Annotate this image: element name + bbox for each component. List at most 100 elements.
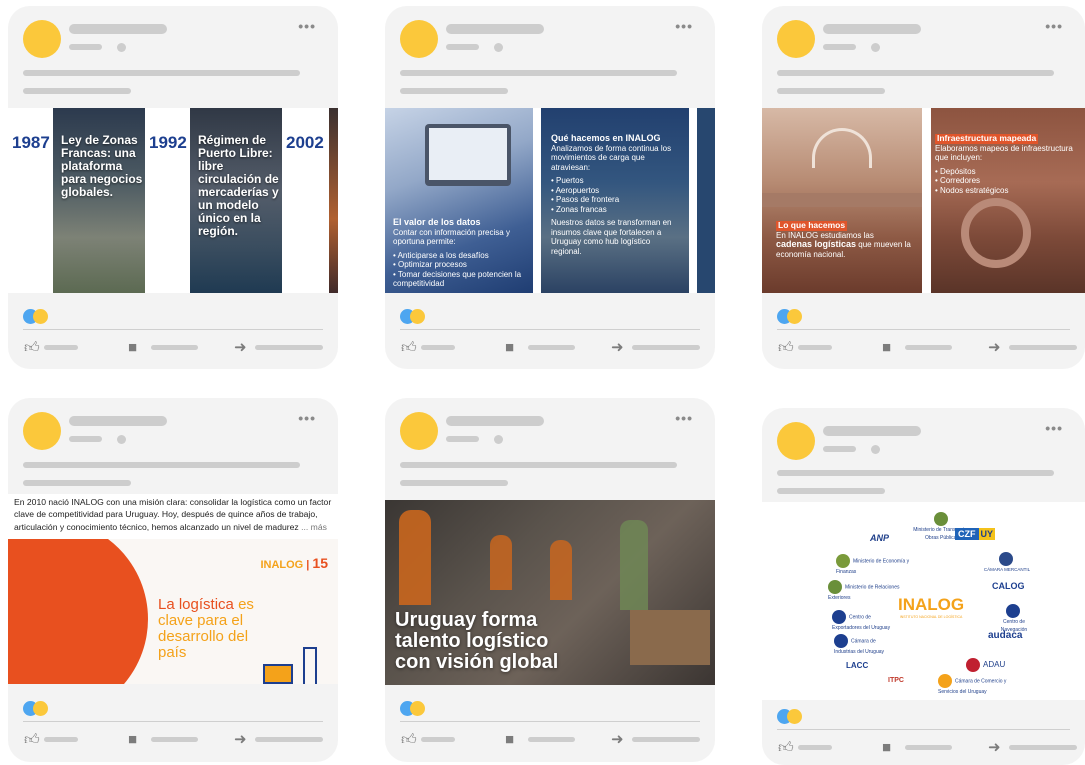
share-label-placeholder[interactable] [255, 345, 323, 350]
more-options-button[interactable]: ••• [1045, 420, 1063, 436]
post-card-6[interactable]: ••• ANP Ministerio de Transporte y Obras… [762, 408, 1085, 765]
divider [777, 729, 1070, 730]
post-text-placeholder [400, 88, 508, 94]
avatar[interactable] [23, 20, 61, 58]
post-text-placeholder [400, 480, 508, 486]
post-card-4[interactable]: ••• En 2010 nació INALOG con una misión … [8, 398, 338, 762]
post-card-1[interactable]: ••• 1987 Ley de Zonas Francas: una plata… [8, 6, 338, 369]
comment-icon[interactable]: ■ [882, 740, 891, 756]
thumbs-up-icon[interactable]: 👍︎ [401, 732, 417, 748]
post-text-placeholder [777, 488, 885, 494]
reactions[interactable] [23, 701, 53, 717]
comment-label-placeholder[interactable] [528, 345, 575, 350]
like-label-placeholder[interactable] [798, 345, 832, 350]
partner-audaca: audaca [988, 630, 1023, 641]
carousel-slide[interactable]: Lo que hacemos En INALOG estudiamos las … [762, 108, 922, 293]
slide-year: 1992 [149, 133, 187, 152]
reactions[interactable] [400, 309, 430, 325]
partner-mrree: Ministerio de Relaciones Exteriores [828, 580, 908, 602]
slide-bullet: • Anticiparse a los desafíos [393, 250, 489, 260]
see-more-link[interactable]: ... más [301, 522, 327, 532]
post-meta-placeholder [446, 44, 479, 50]
slide-caption: Ley de Zonas Francas: una plataforma par… [61, 133, 143, 199]
more-options-button[interactable]: ••• [298, 410, 316, 426]
share-arrow-icon[interactable]: ➜ [611, 340, 624, 356]
divider [23, 721, 323, 722]
avatar[interactable] [400, 20, 438, 58]
comment-label-placeholder[interactable] [151, 737, 198, 742]
comment-label-placeholder[interactable] [528, 737, 575, 742]
inalog-logo: INALOG | 15 [260, 555, 328, 571]
comment-label-placeholder[interactable] [151, 345, 198, 350]
carousel-slide[interactable]: Qué hacemos en INALOG Analizamos de form… [541, 108, 689, 293]
partners-logo-image[interactable]: ANP Ministerio de Transporte y Obras Púb… [762, 502, 1085, 700]
carousel-slide[interactable] [329, 108, 338, 293]
more-options-button[interactable]: ••• [298, 18, 316, 34]
share-arrow-icon[interactable]: ➜ [611, 732, 624, 748]
reactions[interactable] [777, 709, 807, 725]
thumbs-up-icon[interactable]: 👍︎ [24, 340, 40, 356]
avatar[interactable] [400, 412, 438, 450]
post-image[interactable]: INALOG | 15 La logística es clave para e… [8, 539, 338, 684]
more-options-button[interactable]: ••• [675, 18, 693, 34]
post-text-placeholder [777, 470, 1054, 476]
post-text-placeholder [777, 70, 1054, 76]
reactions[interactable] [400, 701, 430, 717]
share-arrow-icon[interactable]: ➜ [234, 340, 247, 356]
comment-icon[interactable]: ■ [128, 340, 137, 356]
comment-icon[interactable]: ■ [882, 340, 891, 356]
slide-title: Qué hacemos en INALOG [551, 133, 661, 143]
thumbs-up-icon[interactable]: 👍︎ [401, 340, 417, 356]
thumbs-up-icon[interactable]: 👍︎ [24, 732, 40, 748]
avatar[interactable] [777, 20, 815, 58]
share-label-placeholder[interactable] [632, 737, 700, 742]
post-meta-placeholder [69, 44, 102, 50]
post-meta-placeholder [69, 436, 102, 442]
action-bar: 👍︎ ■ ➜ [8, 731, 338, 751]
share-label-placeholder[interactable] [1009, 345, 1077, 350]
avatar[interactable] [23, 412, 61, 450]
comment-label-placeholder[interactable] [905, 745, 952, 750]
carousel[interactable]: Lo que hacemos En INALOG estudiamos las … [762, 108, 1085, 293]
like-label-placeholder[interactable] [421, 737, 455, 742]
like-label-placeholder[interactable] [44, 345, 78, 350]
thumbs-up-icon[interactable]: 👍︎ [778, 340, 794, 356]
reactions[interactable] [23, 309, 53, 325]
share-label-placeholder[interactable] [1009, 745, 1077, 750]
slide-year: 1987 [12, 133, 50, 152]
post-card-3[interactable]: ••• Lo que hacemos En INALOG estudiamos … [762, 6, 1085, 369]
post-card-2[interactable]: ••• El valor de los datos Contar con inf… [385, 6, 715, 369]
carousel-slide[interactable]: Infraestructura mapeada Elaboramos mapeo… [931, 108, 1085, 293]
carousel-slide[interactable] [697, 108, 715, 293]
reactions[interactable] [777, 309, 807, 325]
slide-bullet: • Depósitos [935, 166, 976, 176]
carousel-slide[interactable]: Ley de Zonas Francas: una plataforma par… [53, 108, 145, 293]
comment-icon[interactable]: ■ [505, 732, 514, 748]
share-arrow-icon[interactable]: ➜ [988, 340, 1001, 356]
share-label-placeholder[interactable] [632, 345, 700, 350]
post-text-placeholder [400, 70, 677, 76]
post-image[interactable]: Uruguay forma talento logístico con visi… [385, 500, 715, 685]
partner-calog: CALOG [992, 581, 1025, 591]
carousel[interactable]: 1987 Ley de Zonas Francas: una plataform… [8, 108, 338, 293]
carousel[interactable]: El valor de los datos Contar con informa… [385, 108, 715, 293]
comment-icon[interactable]: ■ [505, 340, 514, 356]
share-arrow-icon[interactable]: ➜ [988, 740, 1001, 756]
like-label-placeholder[interactable] [44, 737, 78, 742]
partner-ciu: Cámara de Industrias del Uruguay [834, 634, 894, 656]
carousel-slide[interactable]: Régimen de Puerto Libre: libre circulaci… [190, 108, 282, 293]
avatar[interactable] [777, 422, 815, 460]
share-arrow-icon[interactable]: ➜ [234, 732, 247, 748]
post-card-5[interactable]: ••• Uruguay forma talento logístico con … [385, 398, 715, 762]
share-label-placeholder[interactable] [255, 737, 323, 742]
like-label-placeholder[interactable] [421, 345, 455, 350]
carousel-slide[interactable]: El valor de los datos Contar con informa… [385, 108, 533, 293]
comment-label-placeholder[interactable] [905, 345, 952, 350]
like-label-placeholder[interactable] [798, 745, 832, 750]
comment-icon[interactable]: ■ [128, 732, 137, 748]
action-bar: 👍︎ ■ ➜ [8, 339, 338, 359]
thumbs-up-icon[interactable]: 👍︎ [778, 740, 794, 756]
more-options-button[interactable]: ••• [675, 410, 693, 426]
caption-text: En 2010 nació INALOG con una misión clar… [14, 497, 332, 532]
more-options-button[interactable]: ••• [1045, 18, 1063, 34]
